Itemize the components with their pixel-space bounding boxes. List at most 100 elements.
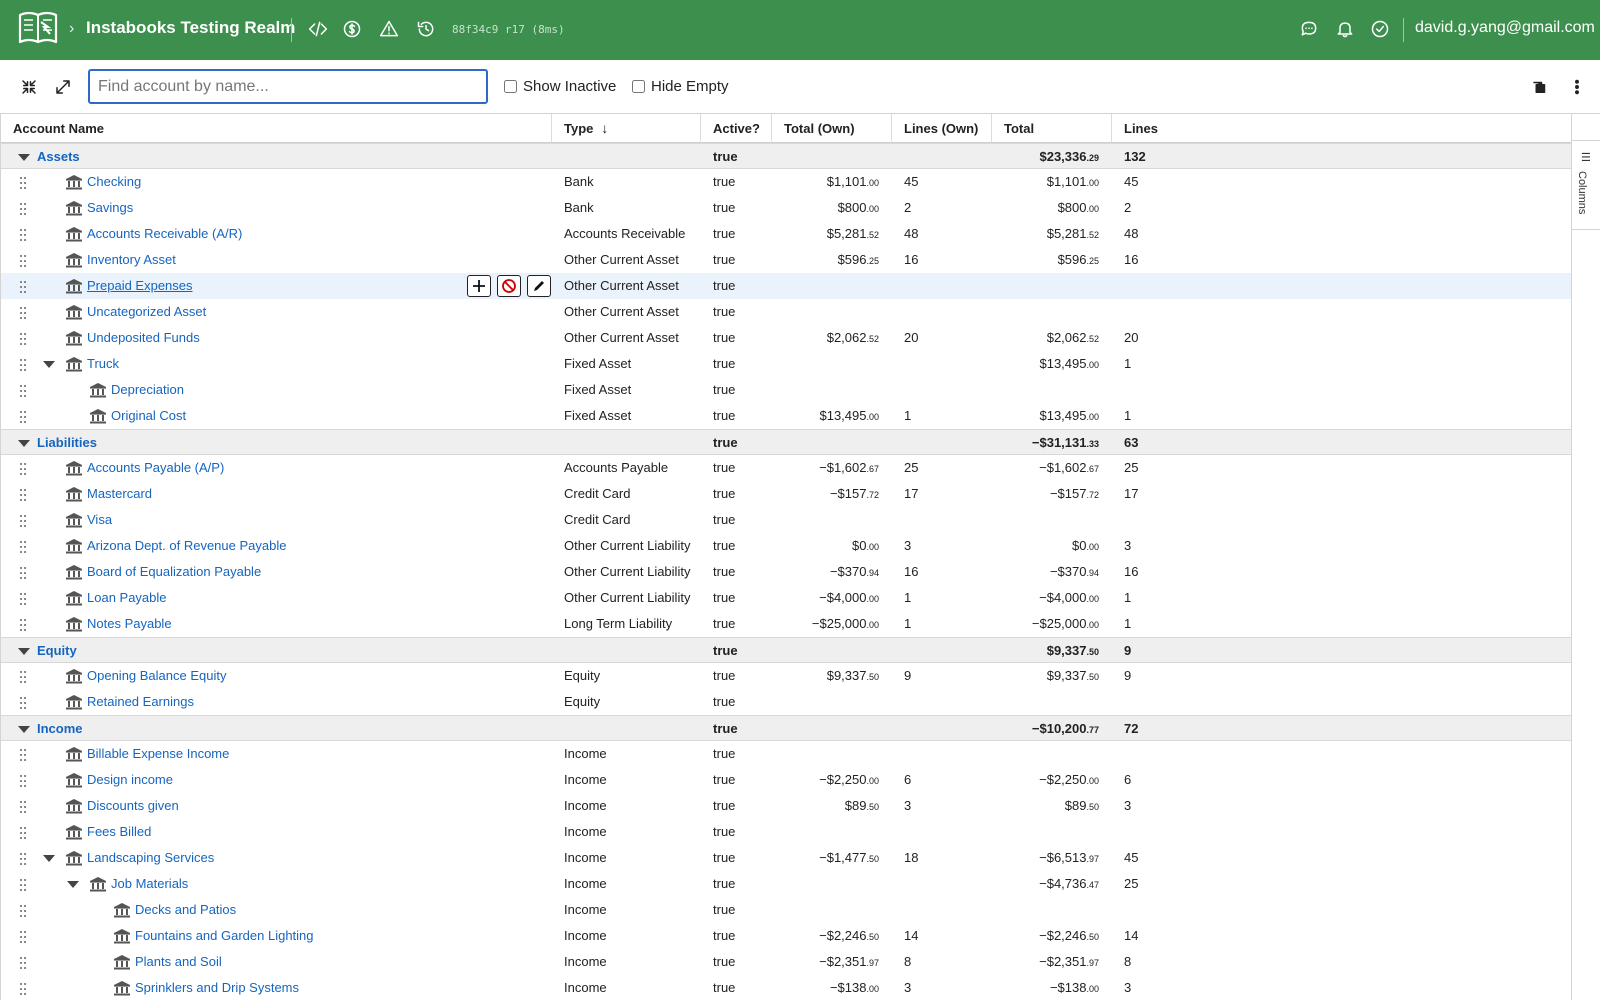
table-row[interactable]: Undeposited Funds Other Current Asset true…: [1, 325, 1571, 351]
drag-handle-icon[interactable]: [20, 229, 28, 241]
drag-handle-icon[interactable]: [20, 931, 28, 943]
table-row[interactable]: Discounts given Income true $89.50 3 $89.50 3: [1, 793, 1571, 819]
code-icon[interactable]: [306, 17, 330, 41]
hide-empty-checkbox[interactable]: Hide Empty: [632, 78, 729, 95]
table-row[interactable]: Checking Bank true $1,101.00 45 $1,101.00 45: [1, 169, 1571, 195]
warning-icon[interactable]: [377, 17, 401, 41]
drag-handle-icon[interactable]: [20, 853, 28, 865]
drag-handle-icon[interactable]: [20, 203, 28, 215]
group-row[interactable]: Assets true $23,336.29 132: [1, 143, 1571, 169]
add-sub-account-button[interactable]: [467, 275, 491, 297]
group-name[interactable]: Income: [37, 716, 83, 742]
account-name-link[interactable]: Job Materials: [111, 871, 188, 897]
drag-handle-icon[interactable]: [20, 983, 28, 995]
account-name-link[interactable]: Inventory Asset: [87, 247, 176, 273]
account-name-link[interactable]: Uncategorized Asset: [87, 299, 206, 325]
drag-handle-icon[interactable]: [20, 697, 28, 709]
column-header-lines-own[interactable]: Lines (Own): [892, 114, 992, 143]
collapse-all-icon[interactable]: [18, 76, 40, 98]
collapse-caret-icon[interactable]: [18, 726, 30, 733]
table-row[interactable]: Accounts Receivable (A/R) Accounts Receiv…: [1, 221, 1571, 247]
drag-handle-icon[interactable]: [20, 541, 28, 553]
table-row[interactable]: Job Materials Income true −$4,736.47 25: [1, 871, 1571, 897]
drag-handle-icon[interactable]: [20, 671, 28, 683]
drag-handle-icon[interactable]: [20, 775, 28, 787]
table-row[interactable]: Visa Credit Card true: [1, 507, 1571, 533]
table-row[interactable]: Design income Income true −$2,250.00 6 −$2,25…: [1, 767, 1571, 793]
drag-handle-icon[interactable]: [20, 255, 28, 267]
drag-handle-icon[interactable]: [20, 515, 28, 527]
dollar-circle-icon[interactable]: [340, 17, 364, 41]
drag-handle-icon[interactable]: [20, 359, 28, 371]
drag-handle-icon[interactable]: [20, 489, 28, 501]
account-name-link[interactable]: Notes Payable: [87, 611, 172, 637]
expand-caret-icon[interactable]: [43, 361, 55, 368]
table-row[interactable]: Plants and Soil Income true −$2,351.97 8 −$2,…: [1, 949, 1571, 975]
drag-handle-icon[interactable]: [20, 879, 28, 891]
account-name-link[interactable]: Opening Balance Equity: [87, 663, 226, 689]
columns-panel-tab[interactable]: ☰ Columns: [1572, 140, 1600, 230]
table-row[interactable]: Uncategorized Asset Other Current Asset tr…: [1, 299, 1571, 325]
group-name[interactable]: Equity: [37, 638, 77, 664]
account-name-link[interactable]: Mastercard: [87, 481, 152, 507]
account-name-link[interactable]: Billable Expense Income: [87, 741, 229, 767]
table-row[interactable]: Loan Payable Other Current Liability true −…: [1, 585, 1571, 611]
table-row[interactable]: Retained Earnings Equity true: [1, 689, 1571, 715]
expand-caret-icon[interactable]: [43, 855, 55, 862]
group-row[interactable]: Income true −$10,200.77 72: [1, 715, 1571, 741]
show-inactive-toggle[interactable]: [504, 80, 517, 93]
show-inactive-checkbox[interactable]: Show Inactive: [504, 78, 616, 95]
column-header-active[interactable]: Active?: [701, 114, 772, 143]
table-row[interactable]: Sprinklers and Drip Systems Income true −$1…: [1, 975, 1571, 1000]
account-name-link[interactable]: Truck: [87, 351, 119, 377]
account-name-link[interactable]: Accounts Receivable (A/R): [87, 221, 242, 247]
hide-empty-toggle[interactable]: [632, 80, 645, 93]
account-name-link[interactable]: Board of Equalization Payable: [87, 559, 261, 585]
table-row[interactable]: Arizona Dept. of Revenue Payable Other Cu…: [1, 533, 1571, 559]
table-row[interactable]: Savings Bank true $800.00 2 $800.00 2: [1, 195, 1571, 221]
drag-handle-icon[interactable]: [20, 905, 28, 917]
drag-handle-icon[interactable]: [20, 593, 28, 605]
column-header-total[interactable]: Total: [992, 114, 1112, 143]
collapse-caret-icon[interactable]: [18, 154, 30, 161]
account-name-link[interactable]: Original Cost: [111, 403, 186, 429]
history-icon[interactable]: [414, 17, 438, 41]
table-row[interactable]: Original Cost Fixed Asset true $13,495.00 1 $…: [1, 403, 1571, 429]
table-row[interactable]: Truck Fixed Asset true $13,495.00 1: [1, 351, 1571, 377]
bell-icon[interactable]: [1333, 17, 1357, 41]
account-name-link[interactable]: Undeposited Funds: [87, 325, 200, 351]
table-row[interactable]: Board of Equalization Payable Other Curre…: [1, 559, 1571, 585]
column-header-lines[interactable]: Lines: [1112, 114, 1571, 143]
drag-handle-icon[interactable]: [20, 307, 28, 319]
drag-handle-icon[interactable]: [20, 957, 28, 969]
table-row[interactable]: Mastercard Credit Card true −$157.72 17 −$157…: [1, 481, 1571, 507]
table-row[interactable]: Landscaping Services Income true −$1,477.50…: [1, 845, 1571, 871]
account-name-link[interactable]: Accounts Payable (A/P): [87, 455, 224, 481]
group-name[interactable]: Assets: [37, 144, 80, 170]
group-name[interactable]: Liabilities: [37, 430, 97, 456]
drag-handle-icon[interactable]: [20, 463, 28, 475]
group-row[interactable]: Liabilities true −$31,131.33 63: [1, 429, 1571, 455]
column-header-total-own[interactable]: Total (Own): [772, 114, 892, 143]
account-name-link[interactable]: Retained Earnings: [87, 689, 194, 715]
drag-handle-icon[interactable]: [20, 281, 28, 293]
account-search-input[interactable]: [88, 69, 488, 104]
account-name-link[interactable]: Decks and Patios: [135, 897, 236, 923]
column-header-account-name[interactable]: Account Name: [1, 114, 552, 143]
collapse-caret-icon[interactable]: [18, 440, 30, 447]
table-row[interactable]: Fees Billed Income true: [1, 819, 1571, 845]
realm-name[interactable]: Instabooks Testing Realm: [86, 18, 295, 38]
account-name-link[interactable]: Plants and Soil: [135, 949, 222, 975]
table-row[interactable]: Fountains and Garden Lighting Income true −…: [1, 923, 1571, 949]
drag-handle-icon[interactable]: [20, 567, 28, 579]
drag-handle-icon[interactable]: [20, 333, 28, 345]
chat-icon[interactable]: [1297, 17, 1321, 41]
export-icon[interactable]: [1529, 76, 1551, 98]
drag-handle-icon[interactable]: [20, 619, 28, 631]
drag-handle-icon[interactable]: [20, 177, 28, 189]
table-row[interactable]: Inventory Asset Other Current Asset true $5…: [1, 247, 1571, 273]
check-circle-icon[interactable]: [1368, 17, 1392, 41]
deactivate-account-button[interactable]: [497, 275, 521, 297]
account-name-link[interactable]: Sprinklers and Drip Systems: [135, 975, 299, 1000]
account-name-link[interactable]: Landscaping Services: [87, 845, 214, 871]
